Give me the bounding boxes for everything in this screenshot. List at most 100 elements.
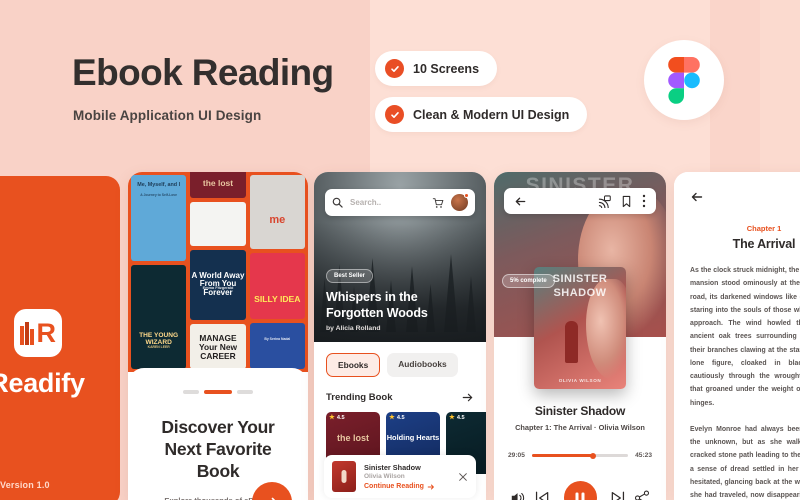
progress-slider[interactable] xyxy=(531,452,629,459)
book-cover[interactable]: www.readinglightbulb.com xyxy=(190,202,246,247)
time-current: 29:05 xyxy=(508,452,525,459)
brand-name: Readify xyxy=(0,368,85,398)
continue-reading-link[interactable]: Continue Reading xyxy=(364,483,450,491)
hero-text: Best Seller Whispers in the Forgotten Wo… xyxy=(326,264,474,332)
player-controls xyxy=(508,481,652,500)
progress-row: 29:05 45:23 xyxy=(508,452,652,459)
book-cover-title: A World Away From You Forever xyxy=(191,271,245,297)
volume-icon[interactable] xyxy=(510,490,526,500)
rating-badge: ★ 4.5 xyxy=(389,414,405,422)
chapter-kicker: Chapter 1 xyxy=(746,224,782,233)
rating-badge: ★ 4.5 xyxy=(449,414,465,422)
page-title: Ebook Reading xyxy=(72,52,334,93)
readify-logo-icon: R xyxy=(20,317,57,348)
section-title: Trending Book xyxy=(326,392,393,403)
category-tabs: Ebooks Audiobooks xyxy=(326,353,474,377)
book-cover-title: Me, Myself, and I xyxy=(137,182,181,188)
star-icon: ★ xyxy=(389,414,395,421)
cover-column: the lostwww.readinglightbulb.comA World … xyxy=(190,172,246,369)
player-topbar xyxy=(504,188,656,214)
continue-title: Sinister Shadow xyxy=(364,462,421,472)
rating-value: 4.5 xyxy=(336,415,345,422)
search-bar[interactable]: Search.. xyxy=(325,189,475,216)
hero-title: Whispers in the Forgotten Woods xyxy=(326,290,428,320)
onboarding-panel: Discover Your Next Favorite Book Explore… xyxy=(128,368,308,500)
previous-track-icon[interactable] xyxy=(535,490,555,500)
cast-icon[interactable] xyxy=(598,194,611,208)
dot[interactable] xyxy=(237,390,253,394)
book-cover-title: me xyxy=(269,214,286,226)
time-total: 45:23 xyxy=(635,452,652,459)
onboarding-next-button[interactable] xyxy=(252,482,292,500)
book-cover[interactable]: By Serina Nadal xyxy=(249,323,305,369)
share-icon[interactable] xyxy=(634,490,650,500)
figma-logo-badge xyxy=(644,40,724,120)
app-logo: R xyxy=(14,309,62,357)
trending-book-title: Holding Hearts xyxy=(386,433,440,442)
book-cover[interactable]: the lost xyxy=(190,172,246,199)
screen-onboarding: Me, Myself, and I A Journey to Self-Love T… xyxy=(128,172,308,500)
feature-badge-screens: 10 Screens xyxy=(375,51,498,86)
poster-header: Ebook Reading Mobile Application UI Desi… xyxy=(0,0,800,168)
pause-icon xyxy=(575,492,585,500)
version-label: Version 1.0 xyxy=(0,480,50,490)
book-cover-title: the lost xyxy=(202,178,234,188)
cover-column: Me, Myself, and I A Journey to Self-Love T… xyxy=(131,175,187,369)
book-cover[interactable]: Me, Myself, and I A Journey to Self-Love xyxy=(131,175,187,261)
book-cover[interactable]: SILLY IDEA xyxy=(249,253,305,320)
next-track-icon[interactable] xyxy=(605,490,625,500)
pagination-dots[interactable] xyxy=(146,390,290,394)
poster-root: Ebook Reading Mobile Application UI Desi… xyxy=(0,0,800,500)
book-cover[interactable]: MANAGE Your New CAREER xyxy=(190,323,246,369)
continue-link-label: Continue Reading xyxy=(364,483,424,490)
tab-audiobooks[interactable]: Audiobooks xyxy=(387,353,458,377)
cover-title-bottom: SHADOW xyxy=(553,287,607,299)
back-arrow-icon[interactable] xyxy=(690,190,704,204)
books-icon xyxy=(20,321,34,345)
rating-value: 4.5 xyxy=(456,415,465,422)
trending-header: Trending Book xyxy=(326,391,474,404)
book-thumbnail xyxy=(332,461,356,492)
screen-audio-player: SINISTER SHADOW 5% complete SINISTER SHA… xyxy=(494,172,666,500)
arrow-right-icon[interactable] xyxy=(461,391,474,404)
player-subtitle: Chapter 1: The Arrival · Olivia Wilson xyxy=(515,423,645,432)
dot[interactable] xyxy=(183,390,199,394)
book-cover[interactable]: A World Away From You Forever Emma Fitzge… xyxy=(190,250,246,320)
tab-ebooks[interactable]: Ebooks xyxy=(326,353,381,377)
best-seller-badge: Best Seller xyxy=(326,269,374,283)
book-cover-subtitle: KAREN LEER xyxy=(147,344,170,349)
feature-badge-label: 10 Screens xyxy=(413,61,480,76)
player-title: Sinister Shadow xyxy=(534,404,626,418)
book-cover-grid: Me, Myself, and I A Journey to Self-Love T… xyxy=(128,172,308,372)
book-cover-title: SILLY IDEA xyxy=(254,294,301,305)
cover-author: OLIVIA WILSON xyxy=(558,378,602,383)
book-cover-subtitle: A Journey to Self-Love xyxy=(140,193,178,198)
user-avatar[interactable] xyxy=(451,193,469,211)
search-icon xyxy=(332,197,343,208)
brand-panel: R Readify Version 1.0 xyxy=(0,176,120,500)
cart-icon xyxy=(432,197,444,208)
hero-banner: Search.. Best Seller Whispers in the For… xyxy=(314,172,486,342)
search-input[interactable]: Search.. xyxy=(350,198,425,207)
back-arrow-icon[interactable] xyxy=(514,195,527,208)
progress-knob[interactable] xyxy=(590,452,597,459)
bookmark-icon[interactable] xyxy=(621,195,632,208)
star-icon: ★ xyxy=(449,414,455,421)
reader-body: Chapter 1 The Arrival As the clock struc… xyxy=(674,172,800,500)
book-cover[interactable]: THE YOUNG WIZARD KAREN LEER xyxy=(131,265,187,369)
progress-badge: 5% complete xyxy=(502,274,555,288)
feature-badge-label: Clean & Modern UI Design xyxy=(413,107,570,122)
check-circle-icon xyxy=(385,59,404,78)
check-circle-icon xyxy=(385,105,404,124)
logo-letter: R xyxy=(36,317,57,348)
page-subtitle: Mobile Application UI Design xyxy=(73,108,262,123)
more-vertical-icon[interactable] xyxy=(642,194,646,208)
screen-reader: Chapter 1 The Arrival As the clock struc… xyxy=(674,172,800,500)
continue-reading-card[interactable]: Sinister Shadow Olivia Wilson Continue R… xyxy=(324,455,476,498)
dot-active[interactable] xyxy=(204,390,232,394)
pause-button[interactable] xyxy=(563,481,597,500)
book-cover[interactable]: me xyxy=(249,175,305,250)
close-icon[interactable] xyxy=(458,472,468,482)
screen-home: Search.. Best Seller Whispers in the For… xyxy=(314,172,486,500)
cover-column: me SILLY IDEA By Serina Nadal xyxy=(249,175,305,369)
